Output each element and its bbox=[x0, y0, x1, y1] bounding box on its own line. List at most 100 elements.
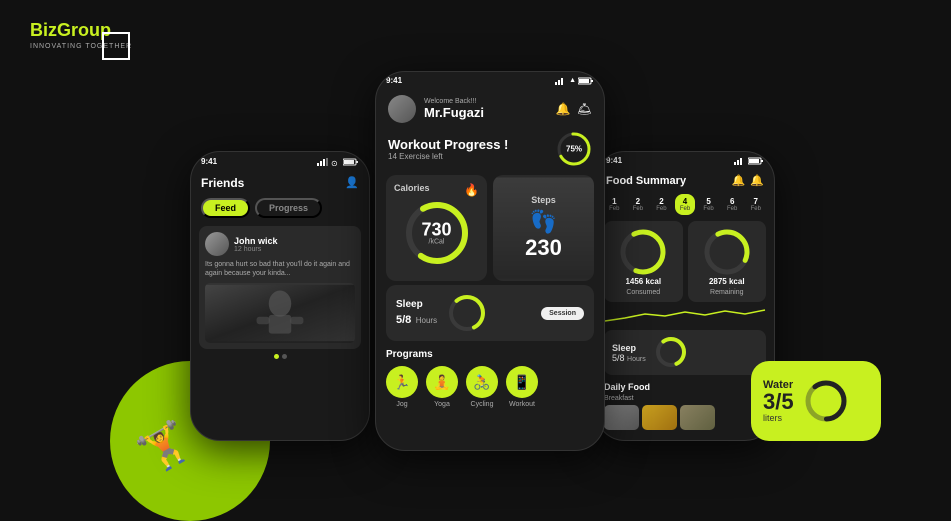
fire-icon: 🔥 bbox=[464, 183, 479, 197]
daily-food-section: Daily Food Breakfast bbox=[596, 379, 774, 433]
yoga-label: Yoga bbox=[434, 401, 450, 408]
tab-progress[interactable]: Progress bbox=[255, 198, 322, 218]
welcome-text: Welcome Back!!! bbox=[424, 98, 484, 105]
program-cycling[interactable]: 🚴 Cycling bbox=[466, 366, 498, 408]
status-bar-center: 9:41 ▲ bbox=[376, 72, 604, 89]
alert-icon-r[interactable]: 🔔 bbox=[750, 174, 764, 187]
logo: BizGroup INNOVATING TOGETHER bbox=[30, 20, 132, 50]
food-title: Food Summary bbox=[606, 175, 686, 187]
progress-pct: 75% bbox=[566, 145, 582, 154]
program-jog[interactable]: 🏃 Jog bbox=[386, 366, 418, 408]
date-1[interactable]: 1 Feb bbox=[604, 194, 625, 215]
status-icons-center: ▲ bbox=[555, 77, 594, 85]
footstep-icon: 👣 bbox=[530, 209, 557, 234]
food-images bbox=[604, 405, 766, 430]
status-icons-right bbox=[734, 157, 764, 165]
sleep-value: 5/8 bbox=[396, 314, 411, 326]
date-4-active[interactable]: 4 Feb bbox=[675, 194, 696, 215]
sleep-knob-r bbox=[654, 335, 689, 370]
signal-icon bbox=[317, 158, 329, 166]
cycling-label: Cycling bbox=[471, 401, 494, 408]
avatar-center bbox=[388, 95, 416, 123]
water-knob bbox=[804, 379, 849, 424]
date-5[interactable]: 5 Feb bbox=[698, 194, 719, 215]
sleep-value-r: 5/8 Hours bbox=[612, 353, 646, 363]
consumed-label: Consumed bbox=[610, 289, 677, 296]
food-header: Food Summary 🔔 🔔 bbox=[596, 169, 774, 192]
yoga-icon: 🧘 bbox=[426, 366, 458, 398]
calorie-number: 730 bbox=[421, 221, 451, 239]
jog-icon: 🏃 bbox=[386, 366, 418, 398]
user-header: Welcome Back!!! Mr.Fugazi 🔔 🛎 bbox=[376, 89, 604, 127]
workout-label: Workout bbox=[509, 401, 535, 408]
sleep-knob bbox=[447, 293, 487, 333]
sleep-unit: Hours bbox=[416, 316, 437, 325]
friend-card: John wick 12 hours Its gonna hurt so bad… bbox=[199, 226, 361, 349]
battery-icon bbox=[343, 158, 359, 166]
session-badge[interactable]: Session bbox=[541, 307, 584, 320]
calorie-unit: /kCal bbox=[421, 239, 451, 246]
tab-feed[interactable]: Feed bbox=[201, 198, 250, 218]
steps-card: Steps 👣 230 bbox=[493, 175, 594, 281]
calorie-summary: 1456 kcal Consumed 2875 kcal Remaining bbox=[604, 221, 766, 302]
friend-workout-image bbox=[205, 283, 355, 343]
status-icons-left: ⊙ bbox=[317, 158, 359, 166]
bell-icon-r[interactable]: 🔔 bbox=[732, 174, 746, 187]
phone-left: 9:41 ⊙ Friends 👤 Feed Progress bbox=[190, 151, 370, 441]
username: Mr.Fugazi bbox=[424, 105, 484, 120]
notification-icon[interactable]: 🔔 bbox=[556, 102, 571, 116]
workout-progress-circle: 75% bbox=[556, 131, 592, 167]
workout-title: Workout Progress ! bbox=[388, 137, 508, 152]
logo-text: BizGroup bbox=[30, 20, 111, 40]
workout-sub: 14 Exercise left bbox=[388, 152, 508, 161]
program-workout[interactable]: 📱 Workout bbox=[506, 366, 538, 408]
consumed-value: 1456 kcal bbox=[610, 277, 677, 286]
avatar bbox=[205, 232, 229, 256]
sleep-section: Sleep 5/8 Hours Session bbox=[386, 285, 594, 341]
programs-row: 🏃 Jog 🧘 Yoga 🚴 Cycling 📱 Workout bbox=[386, 366, 594, 408]
remaining-donut bbox=[702, 227, 752, 277]
signal-icon-r bbox=[734, 157, 746, 165]
logo-box bbox=[102, 32, 130, 60]
remaining-card: 2875 kcal Remaining bbox=[688, 221, 767, 302]
phone-right: 9:41 Food Summary 🔔 🔔 1 Feb 2 bbox=[595, 151, 775, 441]
friend-time: 12 hours bbox=[234, 246, 278, 253]
sleep-label-r: Sleep bbox=[612, 343, 646, 353]
status-bar-left: 9:41 ⊙ bbox=[191, 152, 369, 171]
wifi-icon: ⊙ bbox=[331, 158, 341, 166]
date-2[interactable]: 2 Feb bbox=[628, 194, 649, 215]
consumed-donut bbox=[618, 227, 668, 277]
jog-label: Jog bbox=[396, 401, 407, 408]
water-widget: Water 3/5 liters bbox=[751, 361, 881, 441]
date-6[interactable]: 6 Feb bbox=[722, 194, 743, 215]
battery-icon-c bbox=[578, 77, 594, 85]
metrics-row: Calories 🔥 730 /kCal bbox=[386, 175, 594, 281]
sleep-right: Sleep 5/8 Hours bbox=[604, 330, 766, 375]
friends-title: Friends 👤 bbox=[191, 171, 369, 195]
date-7[interactable]: 7 Feb bbox=[745, 194, 766, 215]
steps-number: 230 bbox=[525, 235, 562, 261]
remaining-value: 2875 kcal bbox=[694, 277, 761, 286]
chart-svg bbox=[604, 306, 766, 326]
date-row: 1 Feb 2 Feb 2 Feb 4 Feb 5 Feb 6 Feb 7 Fe… bbox=[596, 192, 774, 217]
calorie-chart bbox=[604, 306, 766, 326]
water-text: Water 3/5 liters bbox=[763, 379, 794, 423]
programs-section: Programs 🏃 Jog 🧘 Yoga 🚴 Cycling 📱 Workou… bbox=[376, 345, 604, 412]
breakfast-label: Breakfast bbox=[604, 395, 766, 402]
food-img-1 bbox=[604, 405, 639, 430]
friend-info: John wick 12 hours bbox=[205, 232, 355, 256]
friend-name: John wick bbox=[234, 236, 278, 246]
status-bar-right: 9:41 bbox=[596, 152, 774, 169]
workout-bg-svg bbox=[205, 283, 355, 343]
program-yoga[interactable]: 🧘 Yoga bbox=[426, 366, 458, 408]
programs-title: Programs bbox=[386, 349, 594, 360]
pagination bbox=[191, 354, 369, 359]
date-3[interactable]: 2 Feb bbox=[651, 194, 672, 215]
bell-icon[interactable]: 🛎 bbox=[577, 102, 592, 116]
phone-center: 9:41 ▲ Welcome Back!!! Mr.Fugazi 🔔 🛎 bbox=[375, 71, 605, 451]
food-header-icons: 🔔 🔔 bbox=[732, 174, 764, 187]
water-unit: liters bbox=[763, 413, 794, 423]
friends-tabs: Feed Progress bbox=[191, 195, 369, 221]
remaining-label: Remaining bbox=[694, 289, 761, 296]
cycling-icon: 🚴 bbox=[466, 366, 498, 398]
